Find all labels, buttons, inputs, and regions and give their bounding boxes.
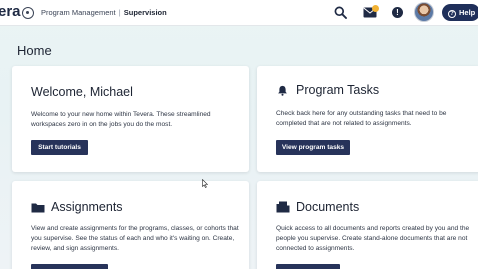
help-label: Help xyxy=(459,8,476,17)
welcome-card: Welcome, Michael Welcome to your new hom… xyxy=(12,66,249,172)
assignments-title: Assignments xyxy=(51,200,123,214)
page-title: Home xyxy=(17,43,52,58)
breadcrumb-separator: | xyxy=(118,8,121,17)
view-program-tasks-button[interactable]: View program tasks xyxy=(276,140,350,155)
program-tasks-body: Check back here for any outstanding task… xyxy=(276,110,447,128)
breadcrumb: Program Management | Supervision xyxy=(41,8,167,17)
assignments-card: Assignments View and create assignments … xyxy=(12,181,249,269)
folder-icon xyxy=(31,203,45,213)
help-button[interactable]: ? Help xyxy=(442,4,478,21)
alert-icon[interactable]: ! xyxy=(392,7,403,18)
documents-card: Documents Quick access to all documents … xyxy=(257,181,478,269)
app-logo[interactable]: era xyxy=(0,3,21,20)
back-icon[interactable] xyxy=(22,7,34,19)
document-folder-icon xyxy=(276,201,290,213)
program-tasks-title: Program Tasks xyxy=(296,83,380,97)
start-tutorials-button[interactable]: Start tutorials xyxy=(31,140,88,155)
assignments-body: View and create assignments for the prog… xyxy=(31,225,239,253)
documents-title: Documents xyxy=(296,200,360,214)
breadcrumb-parent[interactable]: Program Management xyxy=(41,8,116,17)
avatar[interactable] xyxy=(414,2,434,22)
breadcrumb-current: Supervision xyxy=(123,8,167,17)
documents-body: Quick access to all documents and report… xyxy=(276,225,470,253)
notification-badge xyxy=(372,5,379,12)
question-icon: ? xyxy=(448,10,456,18)
assignments-button[interactable] xyxy=(31,264,108,269)
bell-icon xyxy=(278,85,287,96)
program-tasks-card: Program Tasks Check back here for any ou… xyxy=(257,66,478,172)
welcome-body: Welcome to your new home within Tevera. … xyxy=(31,111,211,129)
welcome-title: Welcome, Michael xyxy=(31,85,133,99)
top-bar: era Program Management | Supervision ! ?… xyxy=(0,0,478,26)
search-icon[interactable] xyxy=(334,6,347,19)
documents-button[interactable] xyxy=(276,264,340,269)
mouse-cursor-icon xyxy=(202,179,208,188)
